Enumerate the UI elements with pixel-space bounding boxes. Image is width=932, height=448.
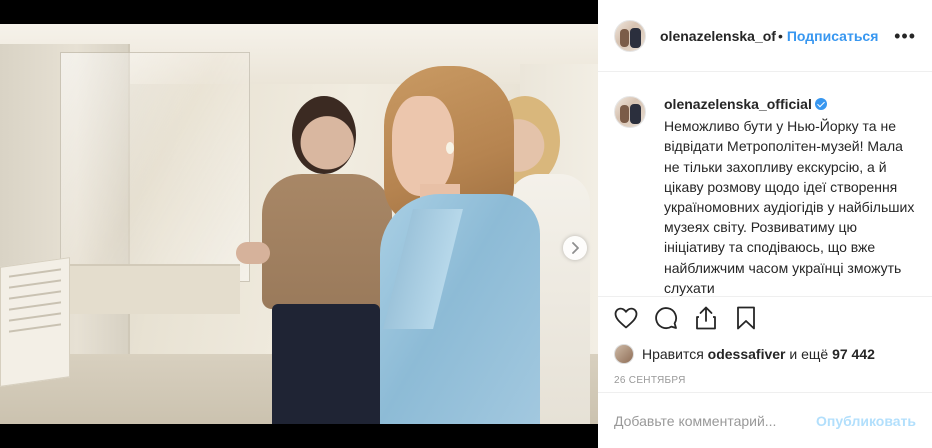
share-button[interactable]	[692, 304, 720, 332]
guide-skirt	[272, 304, 380, 424]
publish-button[interactable]: Опубликовать	[816, 413, 916, 429]
header-username[interactable]: olenazelenska_of	[660, 28, 776, 44]
author-avatar[interactable]	[614, 19, 646, 52]
verified-badge-icon	[814, 98, 827, 110]
caption-section: olenazelenska_official Неможливо бути у …	[598, 72, 932, 296]
likes-joiner: и ещё	[789, 346, 829, 362]
instagram-post-modal: olenazelenska_of • Подписаться ••• olena…	[0, 0, 932, 448]
comment-button[interactable]	[652, 304, 680, 332]
likes-summary: Нравится odessafiver и ещё 97 442	[598, 338, 932, 370]
add-comment-bar: Добавьте комментарий... Опубликовать	[598, 392, 932, 448]
more-options-icon[interactable]: •••	[894, 27, 916, 45]
caption: olenazelenska_official Неможливо бути у …	[664, 94, 916, 296]
save-button[interactable]	[732, 304, 760, 332]
likes-prefix: Нравится	[642, 346, 704, 362]
guide-head	[292, 96, 356, 174]
carousel-next-button[interactable]	[563, 236, 587, 260]
likes-count[interactable]: 97 442	[832, 346, 875, 362]
caption-author-avatar[interactable]	[614, 96, 646, 128]
liked-by-username[interactable]: odessafiver	[708, 346, 786, 362]
follow-button[interactable]: Подписаться	[787, 28, 879, 44]
pearl-earring	[446, 142, 454, 154]
chevron-right-icon	[572, 242, 579, 254]
woman-blue-coat-face	[392, 96, 454, 196]
share-icon	[696, 306, 716, 329]
header-separator: •	[777, 27, 783, 44]
caption-body: Неможливо бути у Нью-Йорку та не відвіда…	[664, 118, 915, 296]
guide-body	[262, 174, 392, 309]
post-header: olenazelenska_of • Подписаться •••	[598, 0, 932, 72]
bookmark-icon	[737, 306, 755, 329]
post-photo[interactable]	[0, 24, 598, 424]
heart-icon	[614, 307, 638, 328]
caption-username[interactable]: olenazelenska_official	[664, 96, 812, 112]
action-bar	[598, 296, 932, 338]
liker-avatar[interactable]	[614, 344, 634, 364]
guide-hand	[236, 242, 270, 264]
comment-input[interactable]: Добавьте комментарий...	[614, 413, 816, 429]
comment-bubble-icon	[655, 306, 677, 329]
like-button[interactable]	[612, 304, 640, 332]
post-side-panel: olenazelenska_of • Подписаться ••• olena…	[598, 0, 932, 448]
display-case-glass	[60, 52, 250, 282]
exhibit-label	[0, 257, 70, 387]
display-case-base	[70, 264, 240, 314]
